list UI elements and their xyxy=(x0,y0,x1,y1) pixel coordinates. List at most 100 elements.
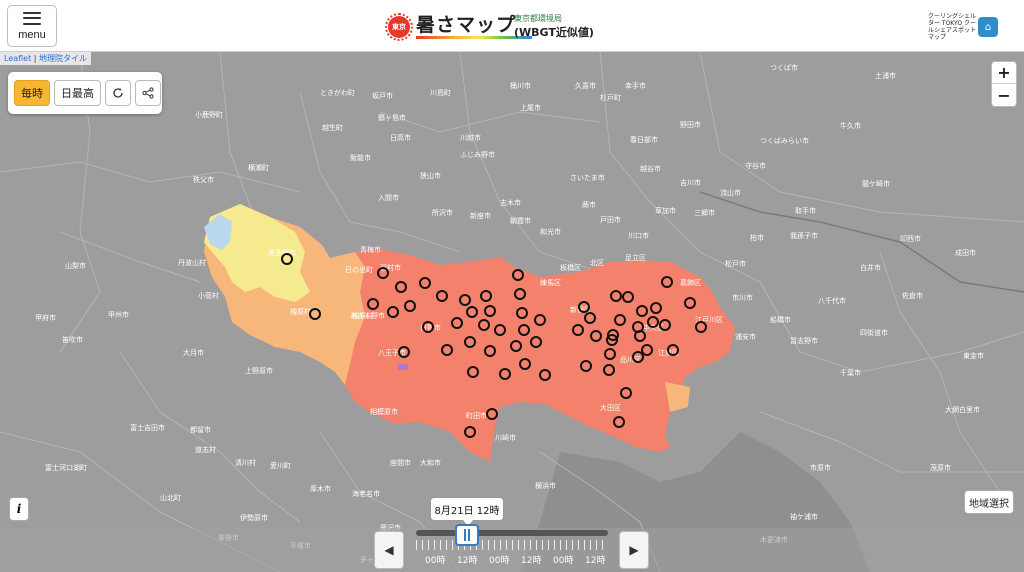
map-place-label: 川崎市 xyxy=(495,433,516,442)
map-canvas[interactable]: つくば市 土浦市 つくばみらい市 牛久市 守谷市 龍ケ崎市 取手市 我孫子市 柏市 印西市 成田市松… xyxy=(0,52,1024,572)
time-slider-track[interactable] xyxy=(416,530,608,536)
map-place-label: さいたま市 xyxy=(570,173,605,182)
map-place-label: 鶴ヶ島市 xyxy=(378,113,406,122)
map-place-label: ふじみ野市 xyxy=(460,150,495,159)
map-place-label: 狭山市 xyxy=(420,171,441,180)
map-place-label: 青梅市 xyxy=(360,245,381,254)
map-place-label: 市原市 xyxy=(810,463,831,472)
tick-label: 00時 xyxy=(425,556,446,566)
daily-max-mode-button[interactable]: 日最高 xyxy=(54,80,101,106)
hourly-mode-button[interactable]: 毎時 xyxy=(14,80,50,106)
map-place-label: 笛吹市 xyxy=(62,335,83,344)
zoom-out-button[interactable]: − xyxy=(992,84,1016,106)
map-place-label: 厚木市 xyxy=(310,484,331,493)
menu-button[interactable]: menu xyxy=(7,5,57,47)
map-place-label: 相模原市 xyxy=(370,407,398,416)
map-svg: つくば市土浦市つくばみらい市 牛久市守谷市龍ケ崎市取手市我孫子市 柏市 印西市成田市松… xyxy=(0,52,1024,572)
app-logo: 東京 暑さマップ 東京都環境局 (WBGT近似値) xyxy=(385,10,594,44)
display-mode-panel: 毎時 日最高 xyxy=(8,72,162,114)
map-place-label: 茂原市 xyxy=(930,463,951,472)
map-place-label: 三郷市 xyxy=(694,208,715,217)
refresh-button[interactable] xyxy=(105,80,131,106)
next-time-button[interactable]: ▶ xyxy=(619,531,649,569)
map-place-label: 横瀬町 xyxy=(248,163,269,172)
tick-label: 12時 xyxy=(585,556,606,566)
tick-label: 00時 xyxy=(489,556,510,566)
map-place-label: 大月市 xyxy=(183,348,204,357)
map-place-label: 戸田市 xyxy=(600,215,621,224)
map-place-label: 野田市 xyxy=(680,120,701,129)
map-place-label: 流山市 xyxy=(720,188,741,197)
map-place-label: 清川村 xyxy=(235,458,256,467)
map-place-label: 草加市 xyxy=(655,206,676,215)
leaflet-link[interactable]: Leaflet xyxy=(4,54,31,63)
attribution-separator: | xyxy=(31,54,40,63)
map-place-label: 幸手市 xyxy=(625,81,646,90)
map-place-label: 練馬区 xyxy=(540,278,561,287)
logo-badge: 東京 xyxy=(392,23,406,31)
map-place-label: 志木市 xyxy=(500,198,521,207)
map-place-label: 富士河口湖町 xyxy=(45,463,87,472)
map-place-label: 吉川市 xyxy=(680,178,701,187)
current-time-tooltip: 8月21日 12時 xyxy=(430,497,504,526)
map-place-label: 龍ケ崎市 xyxy=(862,179,890,188)
share-icon xyxy=(142,87,154,99)
map-place-label: 甲府市 xyxy=(35,313,56,322)
zoom-control: + − xyxy=(991,61,1017,107)
sun-icon: 東京 xyxy=(385,13,413,41)
map-place-label: 印西市 xyxy=(900,234,921,243)
map-attribution: Leaflet | 地理院タイル xyxy=(0,52,92,65)
hamburger-icon xyxy=(23,11,41,25)
map-place-label: 蕨市 xyxy=(582,200,596,209)
region-select-button[interactable]: 地域選択 xyxy=(964,490,1014,514)
map-place-label: 大網白里市 xyxy=(945,405,980,414)
map-place-label: 松戸市 xyxy=(725,259,746,268)
map-place-label: 北区 xyxy=(590,259,604,267)
map-place-label: つくば市 xyxy=(770,63,798,72)
map-place-label: 袖ケ浦市 xyxy=(790,512,818,521)
map-place-label: 所沢市 xyxy=(432,208,453,217)
map-place-label: 葛飾区 xyxy=(680,278,701,287)
cooling-shelter-link[interactable]: クーリングシェルター TOKYO クールシェアスポット マップ ⌂ xyxy=(928,10,1000,44)
time-slider-handle[interactable] xyxy=(455,524,479,546)
map-place-label: 富士吉田市 xyxy=(130,423,165,432)
map-place-label: 山梨市 xyxy=(65,261,86,270)
map-place-label: 丹波山村 xyxy=(178,258,206,267)
tick-label: 12時 xyxy=(457,556,478,566)
map-place-label: 座間市 xyxy=(390,458,411,467)
map-place-label: 市川市 xyxy=(732,293,753,302)
gsi-tiles-link[interactable]: 地理院タイル xyxy=(39,54,87,63)
map-place-label: 柏市 xyxy=(750,233,764,242)
map-place-label: 板橋区 xyxy=(560,263,581,272)
map-place-label: 山北町 xyxy=(160,493,181,502)
map-place-label: 東金市 xyxy=(963,351,984,360)
map-place-label: 我孫子市 xyxy=(790,231,818,240)
share-button[interactable] xyxy=(135,80,161,106)
map-place-label: 大田区 xyxy=(600,403,621,412)
map-place-label: 越生町 xyxy=(322,123,343,132)
map-place-label: 土浦市 xyxy=(875,71,896,80)
map-place-label: 小菅村 xyxy=(198,291,219,300)
map-place-label: 成田市 xyxy=(955,248,976,257)
map-place-label: 坂戸市 xyxy=(372,91,393,100)
map-place-label: 飯能市 xyxy=(350,153,371,162)
map-place-label: 伊勢原市 xyxy=(240,513,268,522)
prev-time-button[interactable]: ◀ xyxy=(374,531,404,569)
cooling-shelter-label: クーリングシェルター TOKYO クールシェアスポット マップ xyxy=(928,13,977,41)
map-place-label: 足立区 xyxy=(625,253,646,262)
map-place-label: 桶川市 xyxy=(510,81,531,90)
chevron-left-icon: ◀ xyxy=(384,543,394,557)
menu-label: menu xyxy=(18,28,46,41)
tick-label: 12時 xyxy=(521,556,542,566)
map-place-label: 新座市 xyxy=(470,211,491,220)
map-place-label: 朝霞市 xyxy=(510,216,531,225)
house-icon: ⌂ xyxy=(978,17,998,37)
chevron-right-icon: ▶ xyxy=(629,543,639,557)
map-place-label: つくばみらい市 xyxy=(760,136,809,145)
map-place-label: 入間市 xyxy=(378,193,399,202)
map-place-label: 川口市 xyxy=(628,231,649,240)
map-place-label: 愛川町 xyxy=(270,461,291,470)
app-header: menu 東京 暑さマップ 東京都環境局 (WBGT近似値) クーリングシェルタ… xyxy=(0,0,1024,52)
info-button[interactable]: i xyxy=(9,497,29,521)
zoom-in-button[interactable]: + xyxy=(992,62,1016,85)
